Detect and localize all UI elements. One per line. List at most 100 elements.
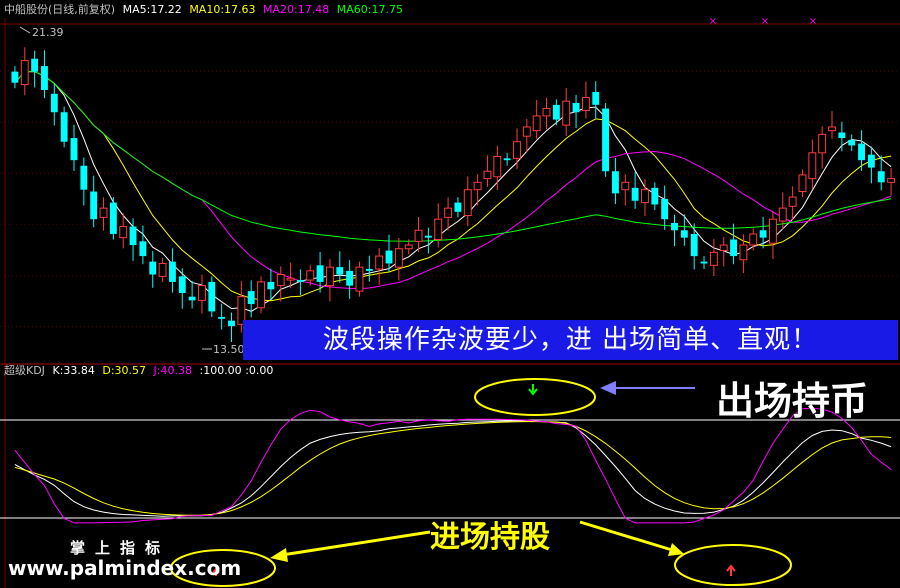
- signal-marker: ×: [809, 16, 817, 27]
- candle-body-down: [572, 103, 580, 113]
- candle-body-down: [129, 226, 137, 246]
- candle-body-down: [296, 280, 304, 282]
- candle-body-down: [90, 191, 98, 220]
- candle-body-down: [70, 138, 78, 161]
- kline-chart[interactable]: × × ×: [0, 0, 900, 588]
- candle-body-down: [208, 281, 216, 312]
- main-chart-header: 中船股份(日线,前复权) MA5:17.22 MA10:17.63 MA20:1…: [4, 2, 407, 18]
- candle-body-up: [621, 181, 630, 191]
- ma20-value: MA20:17.48: [263, 3, 330, 16]
- price-grid: [0, 18, 900, 588]
- kdj-k-value: K:33.84: [52, 364, 95, 377]
- candle-body-down: [759, 230, 767, 238]
- candle-body-down: [631, 187, 639, 201]
- candle-body-up: [119, 226, 128, 239]
- candle-body-up: [20, 60, 29, 86]
- candle-body-down: [454, 202, 462, 212]
- candlesticks: [11, 47, 896, 343]
- candle-body-up: [473, 181, 482, 191]
- candle-body-down: [139, 241, 147, 257]
- kdj-grid: [0, 419, 900, 519]
- high-price-mark: 21.39: [32, 26, 64, 39]
- candle-body-down: [700, 261, 708, 264]
- high-pointer: [19, 26, 31, 34]
- kdj-lines: [14, 407, 892, 524]
- exit-annotation: 出场持币: [716, 378, 869, 423]
- candle-body-up: [798, 174, 807, 193]
- high-price-value: 21.39: [32, 26, 64, 39]
- entry-ellipse-right: [674, 544, 792, 586]
- candle-body-down: [671, 222, 678, 231]
- ma10-line: [14, 71, 892, 302]
- buy-signal-arrow-right: [726, 564, 736, 576]
- candle-body-down: [385, 250, 393, 264]
- exit-pointer-head: [600, 381, 616, 395]
- candle-body-up: [286, 277, 295, 281]
- candle-body-down: [11, 71, 19, 83]
- signal-marker: ×: [709, 16, 717, 27]
- candle-body-down: [168, 261, 176, 282]
- kdj-header: 超级KDJ K:33.84 D:30.57 J:40.38 :100.00 :0…: [4, 363, 277, 379]
- candle-body-down: [680, 230, 688, 238]
- candle-body-up: [493, 155, 502, 178]
- candle-body-up: [739, 244, 748, 261]
- candle-body-down: [611, 171, 619, 194]
- candle-body-down: [336, 267, 344, 275]
- candle-body-down: [178, 276, 186, 293]
- promo-banner: 波段操作杂波要少，进 出场简单、直观！: [243, 320, 898, 360]
- entry-pointer-left-head: [270, 548, 288, 562]
- candle-body-up: [522, 126, 531, 137]
- candle-body-up: [581, 96, 590, 111]
- entry-annotation: 进场持股: [430, 520, 550, 555]
- ma60-line: [14, 71, 892, 242]
- watermark-title: 掌上指标: [70, 539, 171, 557]
- candle-body-down: [424, 235, 432, 238]
- candle-body-down: [267, 281, 275, 290]
- kdj-ref-0: :0.00: [245, 364, 274, 377]
- kdj-ref-100: :100.00: [199, 364, 242, 377]
- candle-body-up: [641, 189, 649, 204]
- ma60-value: MA60:17.75: [336, 3, 403, 16]
- ma5-value: MA5:17.22: [122, 3, 182, 16]
- low-price-value: 13.50: [213, 343, 245, 356]
- candle-body-up: [257, 281, 265, 309]
- candle-body-down: [109, 202, 117, 234]
- candle-body-up: [404, 244, 413, 250]
- candle-body-up: [355, 266, 364, 292]
- candle-body-down: [730, 239, 738, 257]
- exit-ellipse: [474, 378, 596, 416]
- candle-body-up: [513, 141, 521, 159]
- candle-body-down: [218, 316, 226, 319]
- candle-body-down: [188, 296, 196, 301]
- candle-body-down: [858, 143, 865, 161]
- moving-average-lines: × × ×: [14, 16, 892, 350]
- kdj-name: 超级KDJ: [4, 364, 45, 377]
- candle-body-down: [661, 198, 669, 220]
- candle-body-up: [99, 207, 108, 218]
- candle-body-down: [503, 158, 511, 161]
- candle-body-down: [80, 165, 88, 190]
- candle-body-down: [247, 291, 255, 305]
- candle-body-down: [592, 91, 600, 105]
- kdj-d-value: D:30.57: [102, 364, 147, 377]
- signal-marker: ×: [761, 16, 769, 27]
- candle-body-down: [316, 265, 324, 282]
- candle-body-down: [346, 270, 354, 286]
- candle-body-up: [542, 108, 551, 117]
- candle-body-up: [463, 189, 472, 217]
- candle-body-down: [149, 261, 157, 275]
- candle-body-up: [276, 274, 285, 287]
- entry-pointer-left-shaft: [281, 530, 431, 557]
- entry-pointer-right-head: [668, 543, 684, 556]
- candle-body-down: [60, 112, 68, 142]
- candle-body-down: [838, 132, 846, 139]
- candle-body-up: [749, 233, 758, 246]
- candle-body-up: [887, 178, 896, 183]
- candle-body-down: [602, 108, 610, 172]
- candle-body-up: [818, 133, 827, 154]
- candle-body-up: [158, 262, 167, 277]
- candle-body-up: [562, 100, 571, 126]
- candle-body-down: [867, 154, 875, 168]
- candle-body-down: [228, 320, 235, 327]
- candle-body-up: [325, 266, 334, 287]
